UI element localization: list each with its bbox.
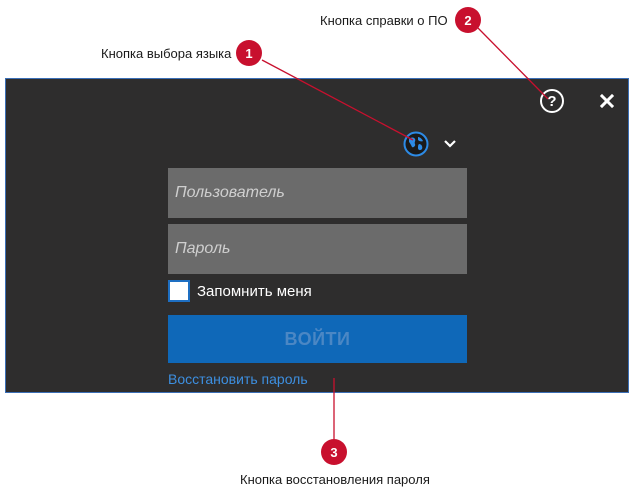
restore-password-link[interactable]: Восстановить пароль — [168, 371, 308, 387]
close-button[interactable] — [595, 89, 619, 113]
help-button[interactable]: ? — [540, 89, 564, 113]
close-icon — [600, 94, 614, 108]
chevron-down-icon — [444, 140, 456, 148]
annotation-1-marker: 1 — [236, 40, 262, 66]
annotation-3-text: Кнопка восстановления пароля — [240, 472, 430, 487]
language-selector[interactable] — [401, 129, 471, 159]
username-field[interactable] — [168, 168, 467, 218]
remember-me-checkbox[interactable] — [168, 280, 190, 302]
annotation-2-marker: 2 — [455, 7, 481, 33]
annotation-2-text: Кнопка справки о ПО — [320, 13, 448, 28]
globe-icon — [403, 131, 429, 157]
annotation-3-marker: 3 — [321, 439, 347, 465]
login-button[interactable]: ВОЙТИ — [168, 315, 467, 363]
login-button-label: ВОЙТИ — [284, 328, 351, 349]
password-field[interactable] — [168, 224, 467, 274]
login-window: ? Запомнить меня ВОЙТИ — [5, 78, 629, 393]
screenshot-canvas: Кнопка справки о ПО 2 Кнопка выбора язык… — [0, 0, 639, 503]
remember-me-label: Запомнить меня — [197, 282, 312, 300]
annotation-1-text: Кнопка выбора языка — [101, 46, 232, 61]
help-icon: ? — [547, 92, 557, 110]
remember-me-toggle[interactable]: Запомнить меня — [168, 279, 312, 303]
